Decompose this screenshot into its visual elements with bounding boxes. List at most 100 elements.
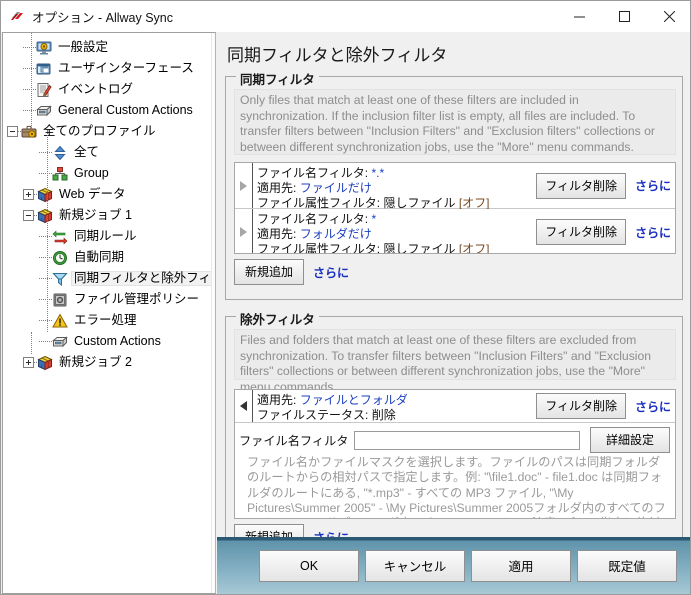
sidebar-item[interactable]: 同期ルール	[3, 226, 215, 247]
sidebar-item[interactable]: 新規ジョブ 1	[3, 205, 215, 226]
expand-plus-icon[interactable]	[23, 189, 34, 200]
name-filter-help-text: ファイル名かファイルマスクを選択します。ファイルのパスは同期フォルダのルートから…	[247, 455, 666, 518]
triangle-right-icon[interactable]	[235, 163, 253, 208]
navigation-tree-pane[interactable]: 一般設定ユーザインターフェースイベントログ General Custom Acti…	[2, 32, 216, 594]
filter-row[interactable]: ファイル名フィルタ: * 適用先: フォルダだけ ファイル属性フィルタ: 隠しフ…	[235, 209, 675, 254]
rubik-cube-icon	[37, 187, 53, 203]
delete-filter-button[interactable]: フィルタ削除	[536, 393, 626, 419]
sidebar-item[interactable]: Custom Actions	[3, 331, 215, 352]
cancel-button[interactable]: キャンセル	[365, 550, 465, 582]
ok-button[interactable]: OK	[259, 550, 359, 582]
tree-connector	[23, 67, 36, 70]
sidebar-item[interactable]: イベントログ	[3, 79, 215, 100]
sidebar-item[interactable]: ファイル管理ポリシー	[3, 289, 215, 310]
window-controls	[557, 1, 690, 32]
delete-filter-button[interactable]: フィルタ削除	[536, 219, 626, 245]
minimize-button[interactable]	[557, 1, 602, 32]
filter-row-actions: フィルタ削除 さらに	[536, 393, 671, 419]
filter-name-label: ファイル名フィルタ:	[257, 212, 369, 226]
sidebar-item[interactable]: Group	[3, 163, 215, 184]
settings-panel: 同期フィルタと除外フィルタ 同期フィルタ Only files that mat…	[217, 32, 690, 594]
name-filter-input[interactable]	[354, 430, 580, 450]
apply-button[interactable]: 適用	[471, 550, 571, 582]
rubik-cube-icon	[37, 355, 53, 371]
tree-connector-line	[31, 332, 32, 354]
drawer-actions-icon	[52, 334, 68, 350]
collapse-minus-icon[interactable]	[7, 126, 18, 137]
filter-status-label: ファイルステータス:	[257, 408, 369, 422]
exclusion-filter-list[interactable]: 適用先: ファイルとフォルダ ファイルステータス: 削除 フィルタ削除 さらに	[234, 389, 676, 519]
maximize-button[interactable]	[602, 1, 647, 32]
sidebar-item[interactable]: 全て	[3, 142, 215, 163]
filter-attr-label: ファイル属性フィルタ:	[257, 242, 381, 254]
sidebar-item[interactable]: 新規ジョブ 2	[3, 352, 215, 373]
sidebar-item-label: General Custom Actions	[58, 102, 193, 117]
sidebar-item[interactable]: エラー処理	[3, 310, 215, 331]
options-dialog: オプション - Allway Sync 一般設定 ユーザインターフェース イベントロ…	[0, 0, 691, 595]
tree-pane-divider	[211, 33, 215, 593]
expand-plus-icon[interactable]	[23, 357, 34, 368]
tree-connector	[23, 109, 36, 112]
inclusion-description: Only files that match at least one of th…	[234, 89, 676, 155]
sidebar-item-label: 同期フィルタと除外フィルタ	[71, 270, 215, 287]
sidebar-item-label: ユーザインターフェース	[58, 60, 194, 75]
sidebar-item[interactable]: 同期フィルタと除外フィルタ	[3, 268, 215, 289]
tree-connector	[23, 88, 36, 91]
defaults-button[interactable]: 既定値	[577, 550, 677, 582]
sidebar-item-label: Custom Actions	[74, 333, 161, 348]
tree-connector-line	[31, 33, 32, 130]
sidebar-item[interactable]: 一般設定	[3, 37, 215, 58]
filter-summary: ファイル名フィルタ: *.* 適用先: ファイルだけ ファイル属性フィルタ: 隠…	[253, 163, 675, 210]
tree-connector	[39, 298, 52, 301]
allway-sync-logo-icon	[9, 9, 25, 25]
clock-green-icon	[52, 250, 68, 266]
filter-applyto-label: 適用先:	[257, 227, 297, 241]
filter-status-value: 削除	[371, 408, 396, 422]
filter-name-value: *	[371, 212, 377, 226]
safe-box-icon	[52, 292, 68, 308]
filter-applyto-value: ファイルだけ	[299, 181, 372, 195]
filter-row[interactable]: ファイル名フィルタ: *.* 適用先: ファイルだけ ファイル属性フィルタ: 隠…	[235, 163, 675, 210]
tree-connector-line	[47, 152, 48, 332]
add-filter-button[interactable]: 新規追加	[234, 259, 304, 285]
filter-detail-editor: ファイル名フィルタ 詳細設定 ファイル名かファイルマスクを選択します。ファイルの…	[235, 423, 675, 518]
exclusion-description: Files and folders that match at least on…	[234, 329, 676, 394]
sidebar-item[interactable]: Web データ	[3, 184, 215, 205]
funnel-filter-icon	[52, 271, 68, 287]
window-ui-icon	[36, 61, 52, 77]
sidebar-item-label: Web データ	[59, 186, 126, 201]
triangle-left-icon[interactable]	[235, 390, 253, 422]
notepad-pencil-icon	[36, 82, 52, 98]
filter-row-expanded[interactable]: 適用先: ファイルとフォルダ ファイルステータス: 削除 フィルタ削除 さらに	[235, 390, 675, 423]
sidebar-item[interactable]: ユーザインターフェース	[3, 58, 215, 79]
filter-name-label: ファイル名フィルタ:	[257, 166, 369, 180]
more-menu-link[interactable]: さらに	[313, 264, 349, 281]
filter-attr-state: [オフ]	[458, 242, 490, 254]
sidebar-item[interactable]: 全てのプロファイル	[3, 121, 215, 142]
inclusion-filter-list[interactable]: ファイル名フィルタ: *.* 適用先: ファイルだけ ファイル属性フィルタ: 隠…	[234, 162, 676, 254]
dialog-footer: OK キャンセル 適用 既定値	[217, 537, 690, 594]
sidebar-item[interactable]: General Custom Actions	[3, 100, 215, 121]
sidebar-item-label: 新規ジョブ 2	[59, 354, 132, 369]
filter-summary: ファイル名フィルタ: * 適用先: フォルダだけ ファイル属性フィルタ: 隠しフ…	[253, 209, 675, 254]
navigation-tree[interactable]: 一般設定ユーザインターフェースイベントログ General Custom Acti…	[3, 33, 215, 373]
filter-name-value: *.*	[371, 166, 385, 180]
collapse-minus-icon[interactable]	[23, 210, 34, 221]
tree-connector	[39, 340, 52, 343]
exclusion-group-title: 除外フィルタ	[236, 309, 319, 328]
rubik-cube-icon	[37, 208, 53, 224]
more-menu-link[interactable]: さらに	[635, 177, 671, 194]
more-menu-link[interactable]: さらに	[635, 224, 671, 241]
group-nodes-icon	[52, 166, 68, 182]
triangle-right-icon[interactable]	[235, 209, 253, 253]
more-menu-link[interactable]: さらに	[635, 398, 671, 415]
filter-attr-value: 隠しファイル	[383, 242, 456, 254]
tree-connector-line	[47, 130, 48, 152]
close-button[interactable]	[647, 1, 690, 32]
inclusion-add-row: 新規追加 さらに	[234, 259, 349, 285]
advanced-settings-button[interactable]: 詳細設定	[590, 427, 670, 453]
delete-filter-button[interactable]: フィルタ削除	[536, 172, 626, 199]
sidebar-item[interactable]: 自動同期	[3, 247, 215, 268]
tree-connector	[39, 319, 52, 322]
tree-connector	[39, 235, 52, 238]
